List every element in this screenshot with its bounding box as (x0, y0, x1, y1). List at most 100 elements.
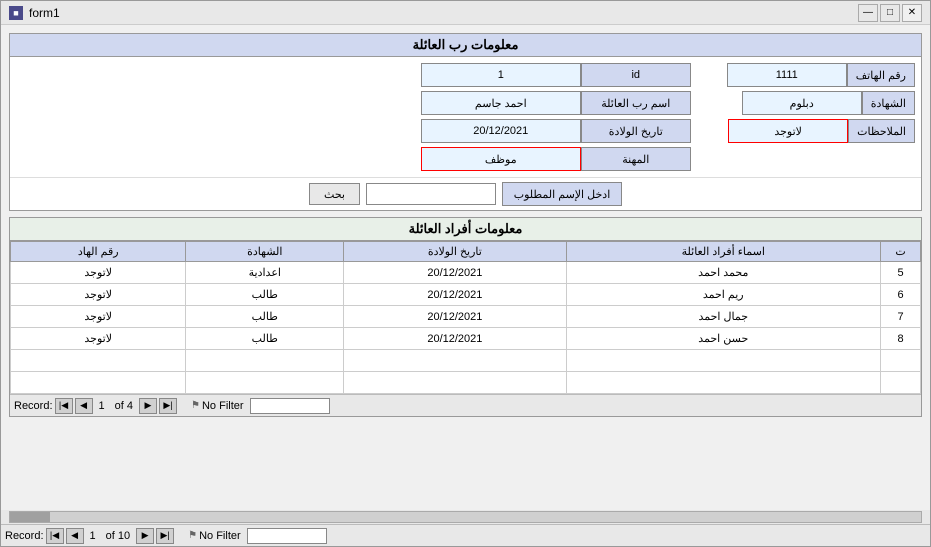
minimize-button[interactable]: — (858, 4, 878, 22)
id-row: id 1 (16, 63, 691, 87)
cell-name: جمال احمد (566, 306, 880, 328)
bottom-record-label: Record: (5, 530, 44, 542)
search-input[interactable] (366, 183, 496, 205)
cell-t: 7 (881, 306, 921, 328)
spacer (699, 63, 719, 171)
bottom-next-btn[interactable]: ▶ (136, 528, 154, 544)
id-label: id (581, 63, 691, 87)
name-row: اسم رب العائلة احمد جاسم (16, 91, 691, 115)
cell-name: محمد احمد (566, 262, 880, 284)
window-title: form1 (29, 6, 60, 20)
right-col: id 1 اسم رب العائلة احمد جاسم تاريخ الول… (16, 63, 691, 171)
cell-job: لاتوجد (11, 306, 186, 328)
col-t: ت (881, 242, 921, 262)
search-bar: ادخل الإسم المطلوب بحث (10, 177, 921, 210)
left-col: رقم الهاتف 1111 الشهادة دبلوم الملاحظات … (727, 63, 915, 171)
inner-search-input[interactable] (250, 398, 330, 414)
name-label: اسم رب العائلة (581, 91, 691, 115)
phone-label: رقم الهاتف (847, 63, 915, 87)
id-value[interactable]: 1 (421, 63, 581, 87)
cell-dob: 20/12/2021 (344, 306, 566, 328)
scrollbar-container (1, 510, 930, 524)
table-row[interactable]: 8 حسن احمد 20/12/2021 طالب لاتوجد (11, 328, 921, 350)
notes-value[interactable]: لاتوجد (728, 119, 848, 143)
table-row-empty (11, 372, 921, 394)
filter-icon-inner: ⚑ (191, 400, 200, 411)
bottom-first-btn[interactable]: |◀ (46, 528, 64, 544)
cell-cert: طالب (186, 306, 344, 328)
table-row[interactable]: 7 جمال احمد 20/12/2021 طالب لاتوجد (11, 306, 921, 328)
name-value[interactable]: احمد جاسم (421, 91, 581, 115)
title-bar: ■ form1 — □ ✕ (1, 1, 930, 25)
cert-value[interactable]: دبلوم (742, 91, 862, 115)
cell-dob: 20/12/2021 (344, 284, 566, 306)
table-row[interactable]: 5 محمد احمد 20/12/2021 اعدادية لاتوجد (11, 262, 921, 284)
bottom-no-filter: ⚑ No Filter (184, 530, 245, 542)
job-row: المهنة موظف (16, 147, 691, 171)
inner-next-btn[interactable]: ▶ (139, 398, 157, 414)
col-dob: تاريخ الولادة (344, 242, 566, 262)
cert-label: الشهادة (862, 91, 915, 115)
search-button[interactable]: بحث (309, 183, 360, 205)
cert-row: الشهادة دبلوم (727, 91, 915, 115)
search-hint-label: ادخل الإسم المطلوب (502, 182, 622, 206)
table-row[interactable]: 6 ريم احمد 20/12/2021 طالب لاتوجد (11, 284, 921, 306)
inner-of-label: of 4 (111, 400, 137, 412)
dob-label: تاريخ الولادة (581, 119, 691, 143)
cell-t: 5 (881, 262, 921, 284)
bottom-current: 1 (86, 530, 100, 542)
cell-job: لاتوجد (11, 262, 186, 284)
cell-cert: طالب (186, 284, 344, 306)
cell-dob: 20/12/2021 (344, 328, 566, 350)
family-table: ت اسماء أفراد العائلة تاريخ الولادة الشه… (10, 241, 921, 394)
phone-value[interactable]: 1111 (727, 63, 847, 87)
family-members-section: معلومات أفراد العائلة ت اسماء أفراد العا… (9, 217, 922, 417)
col-job: رقم الهاد (11, 242, 186, 262)
main-window: ■ form1 — □ ✕ معلومات رب العائلة رقم اله… (0, 0, 931, 547)
cell-t: 6 (881, 284, 921, 306)
app-icon: ■ (9, 6, 23, 20)
horizontal-scrollbar[interactable] (9, 511, 922, 523)
cell-job: لاتوجد (11, 328, 186, 350)
bottom-last-btn[interactable]: ▶| (156, 528, 174, 544)
cell-t: 8 (881, 328, 921, 350)
title-bar-left: ■ form1 (9, 6, 60, 20)
cell-job: لاتوجد (11, 284, 186, 306)
cell-name: ريم احمد (566, 284, 880, 306)
inner-current: 1 (95, 400, 109, 412)
inner-prev-btn[interactable]: ◀ (75, 398, 93, 414)
dob-row: تاريخ الولادة 20/12/2021 (16, 119, 691, 143)
form-container: رقم الهاتف 1111 الشهادة دبلوم الملاحظات … (10, 57, 921, 177)
table-row-empty (11, 350, 921, 372)
col-cert: الشهادة (186, 242, 344, 262)
table-header-row: ت اسماء أفراد العائلة تاريخ الولادة الشه… (11, 242, 921, 262)
cell-name: حسن احمد (566, 328, 880, 350)
bottom-nav-bar: Record: |◀ ◀ 1 of 10 ▶ ▶| ⚑ No Filter (1, 524, 930, 546)
inner-record-label: Record: (14, 400, 53, 412)
family-members-header: معلومات أفراد العائلة (10, 218, 921, 241)
bottom-of-label: of 10 (102, 530, 134, 542)
phone-row: رقم الهاتف 1111 (727, 63, 915, 87)
inner-filter-text: No Filter (202, 400, 244, 412)
cell-cert: اعدادية (186, 262, 344, 284)
notes-row: الملاحظات لاتوجد (727, 119, 915, 143)
job-label: المهنة (581, 147, 691, 171)
job-value[interactable]: موظف (421, 147, 581, 171)
inner-last-btn[interactable]: ▶| (159, 398, 177, 414)
cell-cert: طالب (186, 328, 344, 350)
bottom-filter-text: No Filter (199, 530, 241, 542)
family-head-header: معلومات رب العائلة (10, 34, 921, 57)
title-bar-controls: — □ ✕ (858, 4, 922, 22)
inner-first-btn[interactable]: |◀ (55, 398, 73, 414)
close-button[interactable]: ✕ (902, 4, 922, 22)
bottom-prev-btn[interactable]: ◀ (66, 528, 84, 544)
scrollbar-thumb (10, 512, 50, 522)
bottom-search-input[interactable] (247, 528, 327, 544)
col-name: اسماء أفراد العائلة (566, 242, 880, 262)
cell-dob: 20/12/2021 (344, 262, 566, 284)
filter-icon-bottom: ⚑ (188, 530, 197, 541)
notes-label: الملاحظات (848, 119, 915, 143)
dob-value[interactable]: 20/12/2021 (421, 119, 581, 143)
family-head-section: معلومات رب العائلة رقم الهاتف 1111 الشها… (9, 33, 922, 211)
maximize-button[interactable]: □ (880, 4, 900, 22)
